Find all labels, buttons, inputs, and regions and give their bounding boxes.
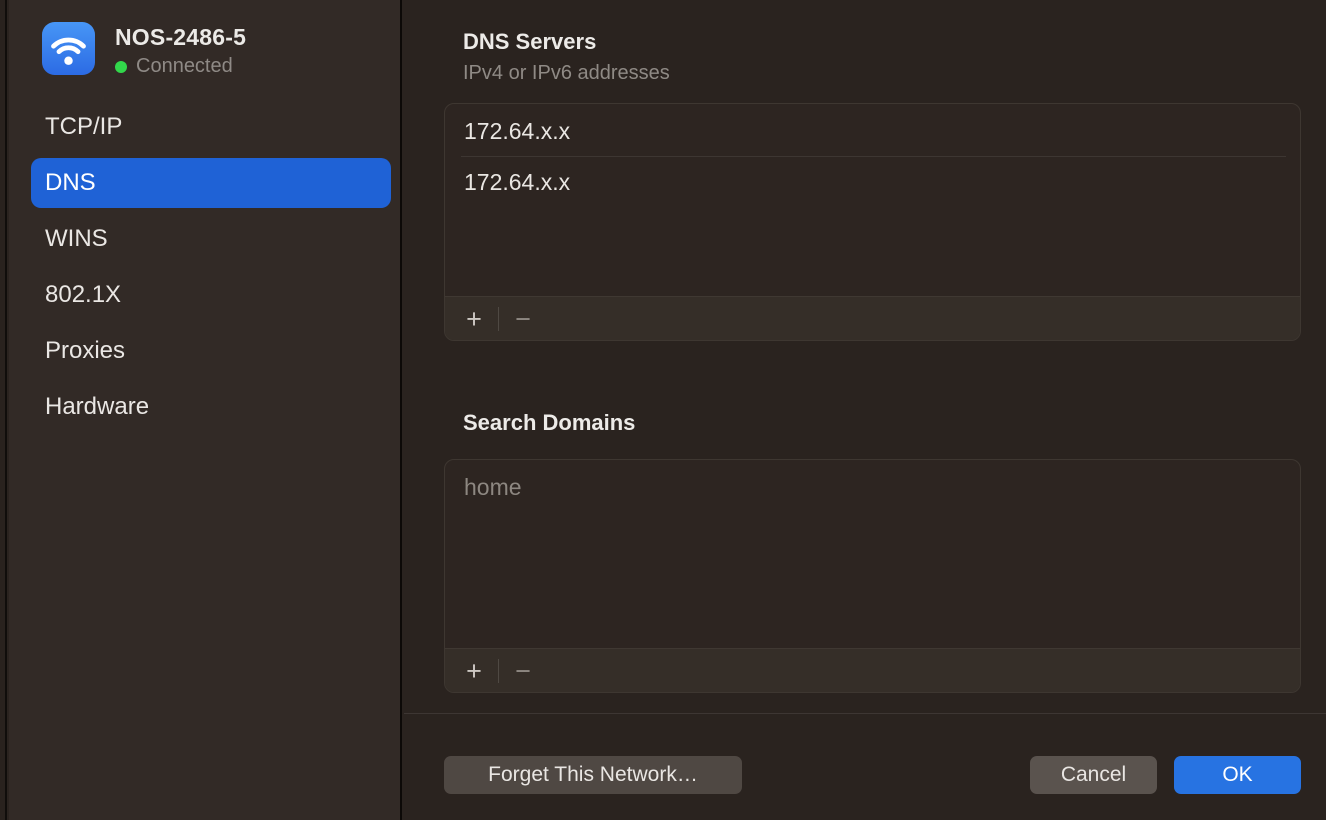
search-domains-list: home + −: [444, 459, 1301, 693]
ok-button[interactable]: OK: [1174, 756, 1301, 794]
remove-dns-server-button[interactable]: −: [507, 305, 539, 333]
dns-panel: DNS Servers IPv4 or IPv6 addresses 172.6…: [404, 0, 1326, 820]
dns-servers-rows: 172.64.x.x 172.64.x.x: [445, 104, 1300, 207]
sidebar-item-dns[interactable]: DNS: [31, 158, 391, 208]
add-dns-server-button[interactable]: +: [458, 305, 490, 333]
footer-separator: [498, 307, 499, 331]
search-domains-footer: + −: [445, 648, 1300, 692]
search-domains-title: Search Domains: [463, 410, 635, 436]
sidebar: NOS-2486-5 Connected TCP/IP DNS WINS 802…: [9, 0, 402, 820]
dns-server-entry-2[interactable]: 172.64.x.x: [445, 157, 1300, 207]
dns-servers-list: 172.64.x.x 172.64.x.x + −: [444, 103, 1301, 341]
sidebar-nav: TCP/IP DNS WINS 802.1X Proxies Hardware: [31, 102, 391, 438]
add-search-domain-button[interactable]: +: [458, 657, 490, 685]
footer-separator: [498, 659, 499, 683]
sidebar-item-wins[interactable]: WINS: [31, 214, 391, 264]
dns-servers-header: DNS Servers IPv4 or IPv6 addresses: [463, 29, 670, 85]
sidebar-item-hardware[interactable]: Hardware: [31, 382, 391, 432]
wifi-icon: [42, 22, 95, 75]
connected-dot-icon: [115, 61, 127, 73]
forget-network-button[interactable]: Forget This Network…: [444, 756, 742, 794]
dns-server-entry-1[interactable]: 172.64.x.x: [445, 106, 1300, 156]
dns-servers-footer: + −: [445, 296, 1300, 340]
cancel-button[interactable]: Cancel: [1030, 756, 1157, 794]
connection-status: Connected: [115, 55, 246, 78]
connection-header: NOS-2486-5 Connected: [42, 22, 246, 78]
network-details-sheet: NOS-2486-5 Connected TCP/IP DNS WINS 802…: [0, 0, 1326, 820]
background-window-edge: [0, 0, 7, 820]
connection-text: NOS-2486-5 Connected: [115, 22, 246, 78]
sidebar-item-proxies[interactable]: Proxies: [31, 326, 391, 376]
remove-search-domain-button[interactable]: −: [507, 657, 539, 685]
sidebar-item-8021x[interactable]: 802.1X: [31, 270, 391, 320]
sidebar-item-tcpip[interactable]: TCP/IP: [31, 102, 391, 152]
search-domains-rows: home: [445, 460, 1300, 512]
dns-servers-title: DNS Servers: [463, 29, 670, 55]
search-domains-header: Search Domains: [463, 410, 635, 436]
connection-status-label: Connected: [136, 55, 233, 78]
search-domain-entry-1[interactable]: home: [445, 462, 1300, 512]
actions-divider: [404, 713, 1326, 714]
dns-servers-subtitle: IPv4 or IPv6 addresses: [463, 62, 670, 85]
network-name: NOS-2486-5: [115, 24, 246, 50]
